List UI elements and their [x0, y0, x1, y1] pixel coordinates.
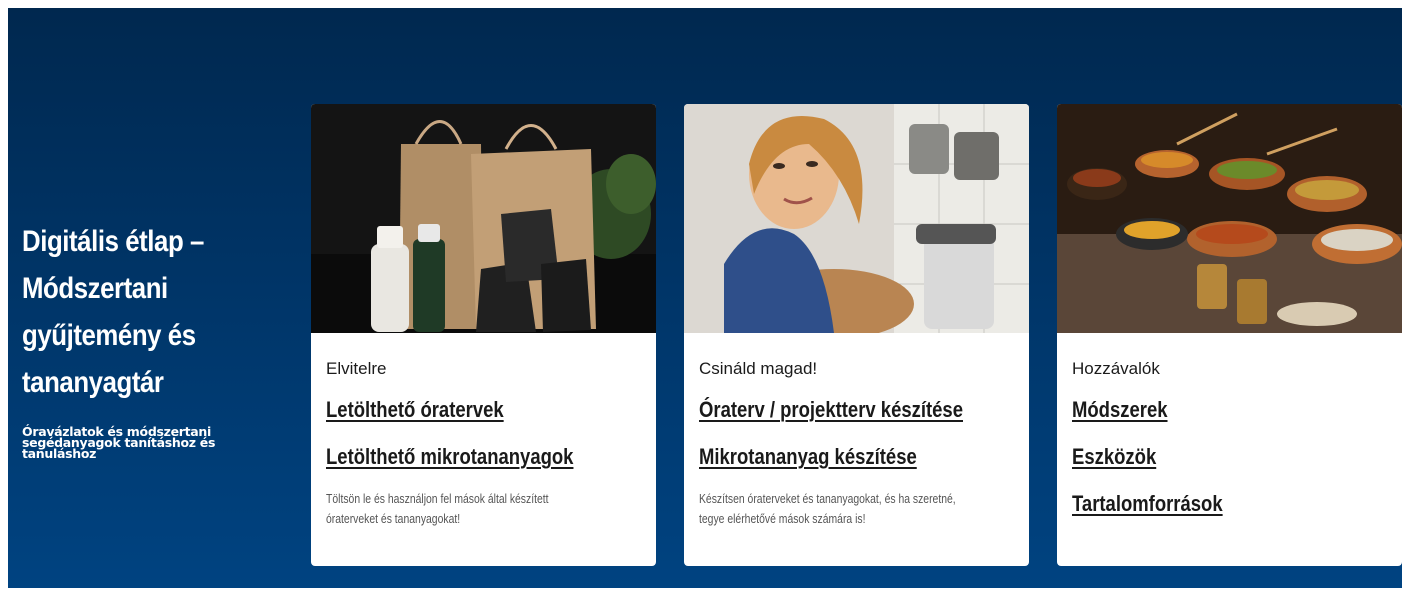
card-body: Hozzávalók Módszerek Eszközök Tartalomfo…: [1072, 333, 1390, 520]
card-csinald-magad: Csináld magad! Óraterv / projektterv kés…: [684, 104, 1029, 566]
link-downloadable-microlearning[interactable]: Letölthető mikrotananyagok: [326, 440, 593, 473]
woman-in-kitchen-photo: [684, 104, 1029, 333]
card-hozzavalok: Hozzávalók Módszerek Eszközök Tartalomfo…: [1057, 104, 1402, 566]
page-title: Digitális étlap – Módszertani gyűjtemény…: [22, 225, 204, 399]
link-downloadable-lesson-plans[interactable]: Letölthető óratervek: [326, 393, 593, 426]
takeaway-bags-photo: [311, 104, 656, 333]
link-microlearning-creation[interactable]: Mikrotananyag készítése: [699, 440, 966, 473]
link-lesson-project-plan-creation[interactable]: Óraterv / projektterv készítése: [699, 393, 966, 426]
card-category: Csináld magad!: [699, 359, 818, 378]
link-methods[interactable]: Módszerek: [1072, 393, 1339, 426]
spice-bowls-photo: [1057, 104, 1402, 333]
hero-section: Digitális étlap – Módszertani gyűjtemény…: [8, 8, 1402, 588]
card-body: Csináld magad! Óraterv / projektterv kés…: [699, 333, 1017, 529]
card-elvitelre: Elvitelre Letölthető óratervek Letölthet…: [311, 104, 656, 566]
link-tools[interactable]: Eszközök: [1072, 440, 1339, 473]
card-description: Készítsen óraterveket és tananyagokat, é…: [699, 491, 956, 526]
card-category: Hozzávalók: [1072, 359, 1160, 378]
card-category: Elvitelre: [326, 359, 387, 378]
card-body: Elvitelre Letölthető óratervek Letölthet…: [326, 333, 644, 529]
card-description: Töltsön le és használjon fel mások által…: [326, 491, 549, 526]
link-content-sources[interactable]: Tartalomforrások: [1072, 487, 1339, 520]
page-subtitle: Óravázlatok és módszertani segédanyagok …: [22, 424, 216, 461]
hero-intro: Digitális étlap – Módszertani gyűjtemény…: [22, 218, 282, 461]
